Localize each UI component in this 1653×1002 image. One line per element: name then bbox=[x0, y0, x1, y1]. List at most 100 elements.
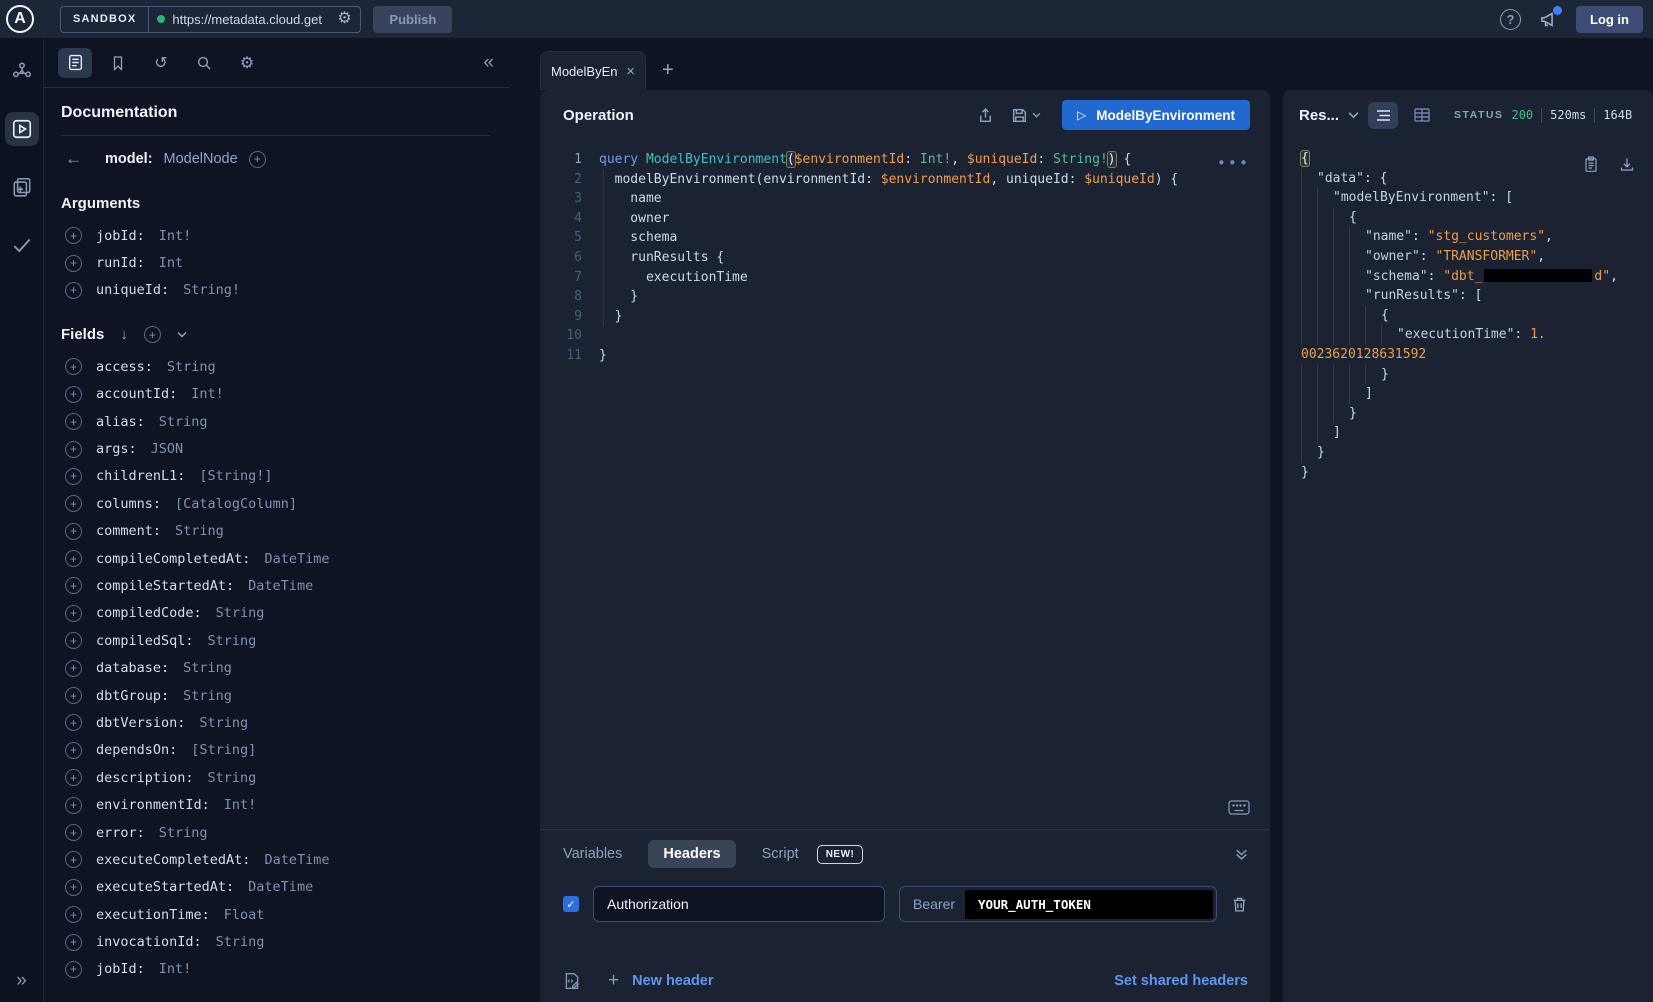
add-to-query-icon[interactable]: + bbox=[65, 577, 82, 594]
add-to-query-icon[interactable]: + bbox=[65, 550, 82, 567]
auth-token-value[interactable]: YOUR_AUTH_TOKEN bbox=[965, 890, 1213, 919]
share-button[interactable] bbox=[977, 107, 994, 124]
add-to-query-icon[interactable]: + bbox=[65, 906, 82, 923]
field-name-link[interactable]: uniqueId: bbox=[96, 282, 169, 298]
help-icon[interactable]: ? bbox=[1500, 9, 1521, 30]
add-to-query-icon[interactable]: + bbox=[65, 605, 82, 622]
io-tab-headers[interactable]: Headers bbox=[648, 840, 735, 868]
new-tab-button[interactable]: + bbox=[662, 60, 674, 80]
add-to-query-icon[interactable]: + bbox=[65, 495, 82, 512]
announcements-button[interactable] bbox=[1539, 10, 1558, 29]
header-value-input[interactable]: Bearer YOUR_AUTH_TOKEN bbox=[899, 886, 1217, 922]
add-to-query-icon[interactable]: + bbox=[65, 879, 82, 896]
field-name-link[interactable]: compiledCode: bbox=[96, 605, 202, 621]
fields-chevron-down-icon[interactable] bbox=[177, 331, 187, 338]
add-to-query-icon[interactable]: + bbox=[65, 742, 82, 759]
schema-graph-button[interactable] bbox=[5, 54, 39, 88]
back-icon[interactable]: ← bbox=[65, 149, 82, 169]
add-to-query-icon[interactable]: + bbox=[65, 660, 82, 677]
add-to-query-icon[interactable]: + bbox=[65, 386, 82, 403]
add-to-query-icon[interactable]: + bbox=[65, 282, 82, 299]
add-to-query-icon[interactable]: + bbox=[65, 714, 82, 731]
collapse-io-panel-button[interactable] bbox=[1235, 848, 1248, 861]
new-header-button[interactable]: New header bbox=[632, 973, 713, 989]
field-name-link[interactable]: executeCompletedAt: bbox=[96, 852, 250, 868]
query-editor[interactable]: 1query ModelByEnvironment($environmentId… bbox=[540, 140, 1270, 829]
response-dropdown-button[interactable] bbox=[1348, 111, 1359, 119]
add-to-query-icon[interactable]: + bbox=[65, 632, 82, 649]
table-view-button[interactable] bbox=[1407, 102, 1437, 129]
field-name-link[interactable]: environmentId: bbox=[96, 797, 210, 813]
field-name-link[interactable]: dbtGroup: bbox=[96, 688, 169, 704]
preflight-script-button[interactable] bbox=[563, 972, 581, 990]
endpoint-settings-icon[interactable]: ⚙ bbox=[337, 11, 351, 27]
field-name-link[interactable]: childrenL1: bbox=[96, 468, 185, 484]
field-name-link[interactable]: dbtVersion: bbox=[96, 715, 185, 731]
field-name-link[interactable]: runId: bbox=[96, 255, 145, 271]
json-view-button[interactable] bbox=[1368, 102, 1398, 129]
checks-button[interactable] bbox=[5, 228, 39, 262]
add-to-query-icon[interactable]: + bbox=[65, 227, 82, 244]
endpoint-url-input[interactable]: https://metadata.cloud.get bbox=[172, 12, 330, 27]
operation-tab[interactable]: ModelByEnvi... × bbox=[540, 51, 646, 90]
save-button[interactable] bbox=[1011, 107, 1041, 124]
io-tab-variables[interactable]: Variables bbox=[563, 846, 622, 862]
add-to-query-icon[interactable]: + bbox=[65, 769, 82, 786]
add-to-query-icon[interactable]: + bbox=[65, 358, 82, 375]
add-to-query-icon[interactable]: + bbox=[65, 797, 82, 814]
sandbox-pages-button[interactable] bbox=[5, 170, 39, 204]
login-button[interactable]: Log in bbox=[1576, 6, 1643, 33]
io-tab-script[interactable]: Script bbox=[762, 846, 799, 862]
new-header-plus-icon[interactable]: + bbox=[608, 971, 619, 990]
model-type-link[interactable]: ModelNode bbox=[164, 151, 238, 167]
header-enabled-checkbox[interactable]: ✓ bbox=[563, 896, 579, 912]
run-operation-button[interactable]: ▷ ModelByEnvironment bbox=[1062, 100, 1250, 130]
add-to-query-icon[interactable]: + bbox=[65, 687, 82, 704]
documentation-tab-button[interactable] bbox=[58, 48, 92, 78]
settings-button[interactable]: ⚙ bbox=[230, 48, 264, 78]
add-to-query-icon[interactable]: + bbox=[65, 413, 82, 430]
close-tab-icon[interactable]: × bbox=[626, 63, 635, 80]
field-name-link[interactable]: args: bbox=[96, 441, 137, 457]
field-name-link[interactable]: error: bbox=[96, 825, 145, 841]
delete-header-button[interactable] bbox=[1231, 896, 1248, 913]
explorer-button[interactable] bbox=[5, 112, 39, 146]
add-to-query-icon[interactable]: + bbox=[65, 851, 82, 868]
set-shared-headers-link[interactable]: Set shared headers bbox=[1114, 973, 1248, 989]
publish-button[interactable]: Publish bbox=[373, 6, 452, 33]
add-to-query-icon[interactable]: + bbox=[65, 824, 82, 841]
field-name-link[interactable]: comment: bbox=[96, 523, 161, 539]
field-name-link[interactable]: description: bbox=[96, 770, 194, 786]
add-to-query-icon[interactable]: + bbox=[65, 255, 82, 272]
add-to-query-icon[interactable]: + bbox=[65, 468, 82, 485]
copy-response-button[interactable] bbox=[1583, 156, 1599, 173]
keyboard-shortcuts-button[interactable] bbox=[1228, 800, 1250, 815]
field-name-link[interactable]: columns: bbox=[96, 496, 161, 512]
save-dropdown-chevron-icon[interactable] bbox=[1032, 112, 1041, 118]
search-button[interactable] bbox=[187, 48, 221, 78]
add-all-fields-icon[interactable]: + bbox=[144, 326, 161, 343]
field-name-link[interactable]: dependsOn: bbox=[96, 742, 177, 758]
expand-rail-button[interactable]: » bbox=[16, 970, 27, 992]
sort-fields-icon[interactable]: ↓ bbox=[120, 326, 128, 343]
field-name-link[interactable]: executionTime: bbox=[96, 907, 210, 923]
field-name-link[interactable]: alias: bbox=[96, 414, 145, 430]
field-name-link[interactable]: compileStartedAt: bbox=[96, 578, 234, 594]
history-button[interactable]: ↺ bbox=[144, 48, 178, 78]
field-name-link[interactable]: access: bbox=[96, 359, 153, 375]
add-to-query-icon[interactable]: + bbox=[65, 961, 82, 978]
field-name-link[interactable]: database: bbox=[96, 660, 169, 676]
download-response-button[interactable] bbox=[1619, 156, 1635, 173]
add-to-query-icon[interactable]: + bbox=[65, 441, 82, 458]
add-to-query-icon[interactable]: + bbox=[65, 523, 82, 540]
field-name-link[interactable]: compileCompletedAt: bbox=[96, 551, 250, 567]
header-key-input[interactable] bbox=[593, 886, 885, 922]
field-name-link[interactable]: invocationId: bbox=[96, 934, 202, 950]
field-name-link[interactable]: accountId: bbox=[96, 386, 177, 402]
collapse-docs-button[interactable]: « bbox=[483, 52, 494, 74]
add-model-icon[interactable]: + bbox=[249, 151, 266, 168]
add-to-query-icon[interactable]: + bbox=[65, 934, 82, 951]
field-name-link[interactable]: jobId: bbox=[96, 228, 145, 244]
field-name-link[interactable]: compiledSql: bbox=[96, 633, 194, 649]
editor-menu-button[interactable]: ••• bbox=[1217, 154, 1250, 174]
